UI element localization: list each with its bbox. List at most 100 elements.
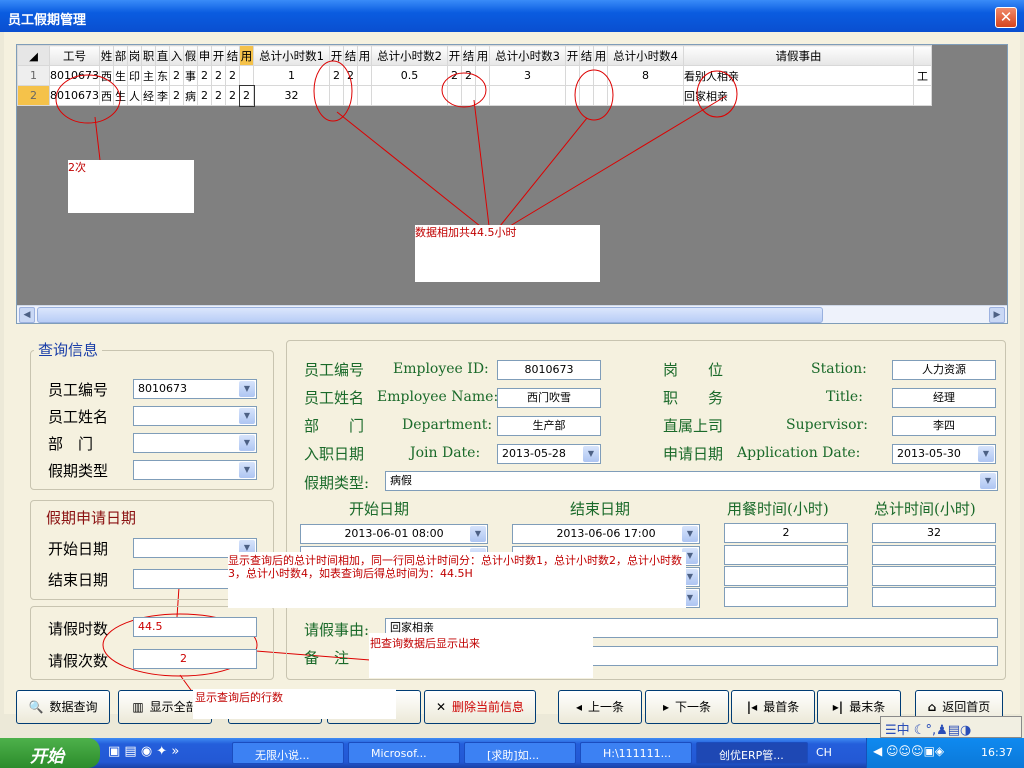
table-cell[interactable]: 2: [461, 65, 476, 86]
grid-header-cell[interactable]: 开: [211, 45, 226, 66]
table-cell[interactable]: 2: [211, 65, 226, 86]
grid-corner[interactable]: ◢: [17, 45, 50, 66]
table-cell[interactable]: [565, 85, 580, 106]
table-cell[interactable]: 0.5: [371, 65, 448, 86]
task-4[interactable]: H:\111111...: [580, 742, 692, 764]
grid-header-cell[interactable]: 用: [475, 45, 490, 66]
table-row[interactable]: 1 8010673 西生印主东 2 事 2 2 2 1 2 2 0.5 2 2 3 8 看别人相亲工: [17, 65, 932, 86]
prev-button[interactable]: ◂ 上一条: [558, 690, 642, 724]
chevron-down-icon[interactable]: ▼: [239, 381, 255, 397]
ime-toolbar[interactable]: ☰中 ☾°,♟▤◑: [880, 716, 1022, 738]
supervisor-field[interactable]: 李四: [892, 416, 996, 436]
table-cell[interactable]: 人: [127, 85, 142, 106]
table-cell[interactable]: 生: [113, 65, 128, 86]
table-cell[interactable]: [343, 85, 358, 106]
grid-header-cell[interactable]: 总计小时数1: [253, 45, 330, 66]
table-cell[interactable]: [579, 65, 594, 86]
emp-id-field[interactable]: 8010673: [497, 360, 601, 380]
task-1[interactable]: 无限小说...: [232, 742, 344, 764]
grid-header-cell[interactable]: 姓: [99, 45, 114, 66]
table-cell[interactable]: [447, 85, 462, 106]
table-cell[interactable]: [607, 85, 684, 106]
table-cell[interactable]: 生: [113, 85, 128, 106]
table-cell[interactable]: [913, 85, 932, 106]
table-cell[interactable]: [593, 65, 608, 86]
chevron-down-icon[interactable]: ▼: [470, 526, 486, 542]
grid-header-cell[interactable]: 结: [579, 45, 594, 66]
table-cell[interactable]: 西: [99, 85, 114, 106]
chevron-down-icon[interactable]: ▼: [583, 446, 599, 462]
scroll-right-icon[interactable]: ▶: [989, 307, 1005, 323]
total-hours-2[interactable]: [872, 545, 996, 565]
chevron-down-icon[interactable]: ▼: [978, 446, 994, 462]
table-cell[interactable]: 东: [155, 65, 170, 86]
table-cell[interactable]: [579, 85, 594, 106]
table-cell[interactable]: 2: [225, 65, 240, 86]
chevron-down-icon[interactable]: ▼: [239, 408, 255, 424]
table-cell[interactable]: [565, 65, 580, 86]
grid-header-cell[interactable]: 总计小时数2: [371, 45, 448, 66]
query-emp-id-select[interactable]: 8010673 ▼: [133, 379, 257, 399]
table-cell[interactable]: [357, 85, 372, 106]
join-date-field[interactable]: 2013-05-28 ▼: [497, 444, 601, 464]
grid-header-cell[interactable]: 结: [225, 45, 240, 66]
task-3[interactable]: [求助]如...: [464, 742, 576, 764]
table-cell[interactable]: 经: [141, 85, 156, 106]
table-cell[interactable]: 2: [238, 84, 255, 107]
table-cell[interactable]: [461, 85, 476, 106]
start-datetime-1[interactable]: 2013-06-01 08:00 ▼: [300, 524, 488, 544]
grid-header-cell[interactable]: 岗: [127, 45, 142, 66]
grid-header-cell[interactable]: 职: [141, 45, 156, 66]
table-cell[interactable]: 32: [253, 85, 330, 106]
language-indicator[interactable]: CH: [816, 746, 832, 759]
table-cell[interactable]: [489, 85, 566, 106]
table-cell[interactable]: 2: [329, 65, 344, 86]
total-hours-1[interactable]: 32: [872, 523, 996, 543]
query-dept-select[interactable]: ▼: [133, 433, 257, 453]
hours-field[interactable]: 44.5: [133, 617, 257, 637]
chevron-down-icon[interactable]: ▼: [239, 462, 255, 478]
table-cell[interactable]: 工: [913, 65, 932, 86]
table-cell[interactable]: [475, 65, 490, 86]
grid-header-cell[interactable]: 用: [593, 45, 608, 66]
total-hours-4[interactable]: [872, 587, 996, 607]
table-cell[interactable]: 3: [489, 65, 566, 86]
meal-hours-2[interactable]: [724, 545, 848, 565]
table-cell[interactable]: 8010673: [49, 85, 100, 106]
row-number[interactable]: 1: [17, 65, 50, 86]
table-cell[interactable]: 2: [225, 85, 240, 106]
table-cell[interactable]: [475, 85, 490, 106]
table-cell[interactable]: 印: [127, 65, 142, 86]
table-cell[interactable]: 2: [447, 65, 462, 86]
grid-header-cell[interactable]: 请假事由: [683, 45, 914, 66]
grid-header-cell[interactable]: 开: [447, 45, 462, 66]
chevron-down-icon[interactable]: ▼: [980, 473, 996, 489]
dept-field[interactable]: 生产部: [497, 416, 601, 436]
station-field[interactable]: 人力资源: [892, 360, 996, 380]
scroll-left-icon[interactable]: ◀: [19, 307, 35, 323]
grid-header-cell[interactable]: 结: [461, 45, 476, 66]
table-cell[interactable]: [239, 65, 254, 86]
grid-header-cell[interactable]: 开: [565, 45, 580, 66]
table-cell[interactable]: 事: [183, 65, 198, 86]
start-button[interactable]: 开始: [0, 738, 100, 768]
grid-header-cell[interactable]: 总计小时数3: [489, 45, 566, 66]
app-date-field[interactable]: 2013-05-30 ▼: [892, 444, 996, 464]
table-cell[interactable]: 病: [183, 85, 198, 106]
end-datetime-1[interactable]: 2013-06-06 17:00 ▼: [512, 524, 700, 544]
grid-header-cell[interactable]: 开: [329, 45, 344, 66]
grid-header-cell[interactable]: 用: [239, 45, 254, 66]
table-cell[interactable]: 2: [197, 65, 212, 86]
table-cell[interactable]: [329, 85, 344, 106]
row-number[interactable]: 2: [17, 85, 50, 106]
query-emp-name-select[interactable]: ▼: [133, 406, 257, 426]
grid-header-cell[interactable]: 总计小时数4: [607, 45, 684, 66]
table-cell[interactable]: 李: [155, 85, 170, 106]
grid-header-cell[interactable]: 用: [357, 45, 372, 66]
next-button[interactable]: ▸ 下一条: [645, 690, 729, 724]
grid-header-cell[interactable]: 部: [113, 45, 128, 66]
table-cell[interactable]: 2: [211, 85, 226, 106]
delete-button[interactable]: ✕ 删除当前信息: [424, 690, 536, 724]
table-cell[interactable]: [593, 85, 608, 106]
table-cell[interactable]: 西: [99, 65, 114, 86]
